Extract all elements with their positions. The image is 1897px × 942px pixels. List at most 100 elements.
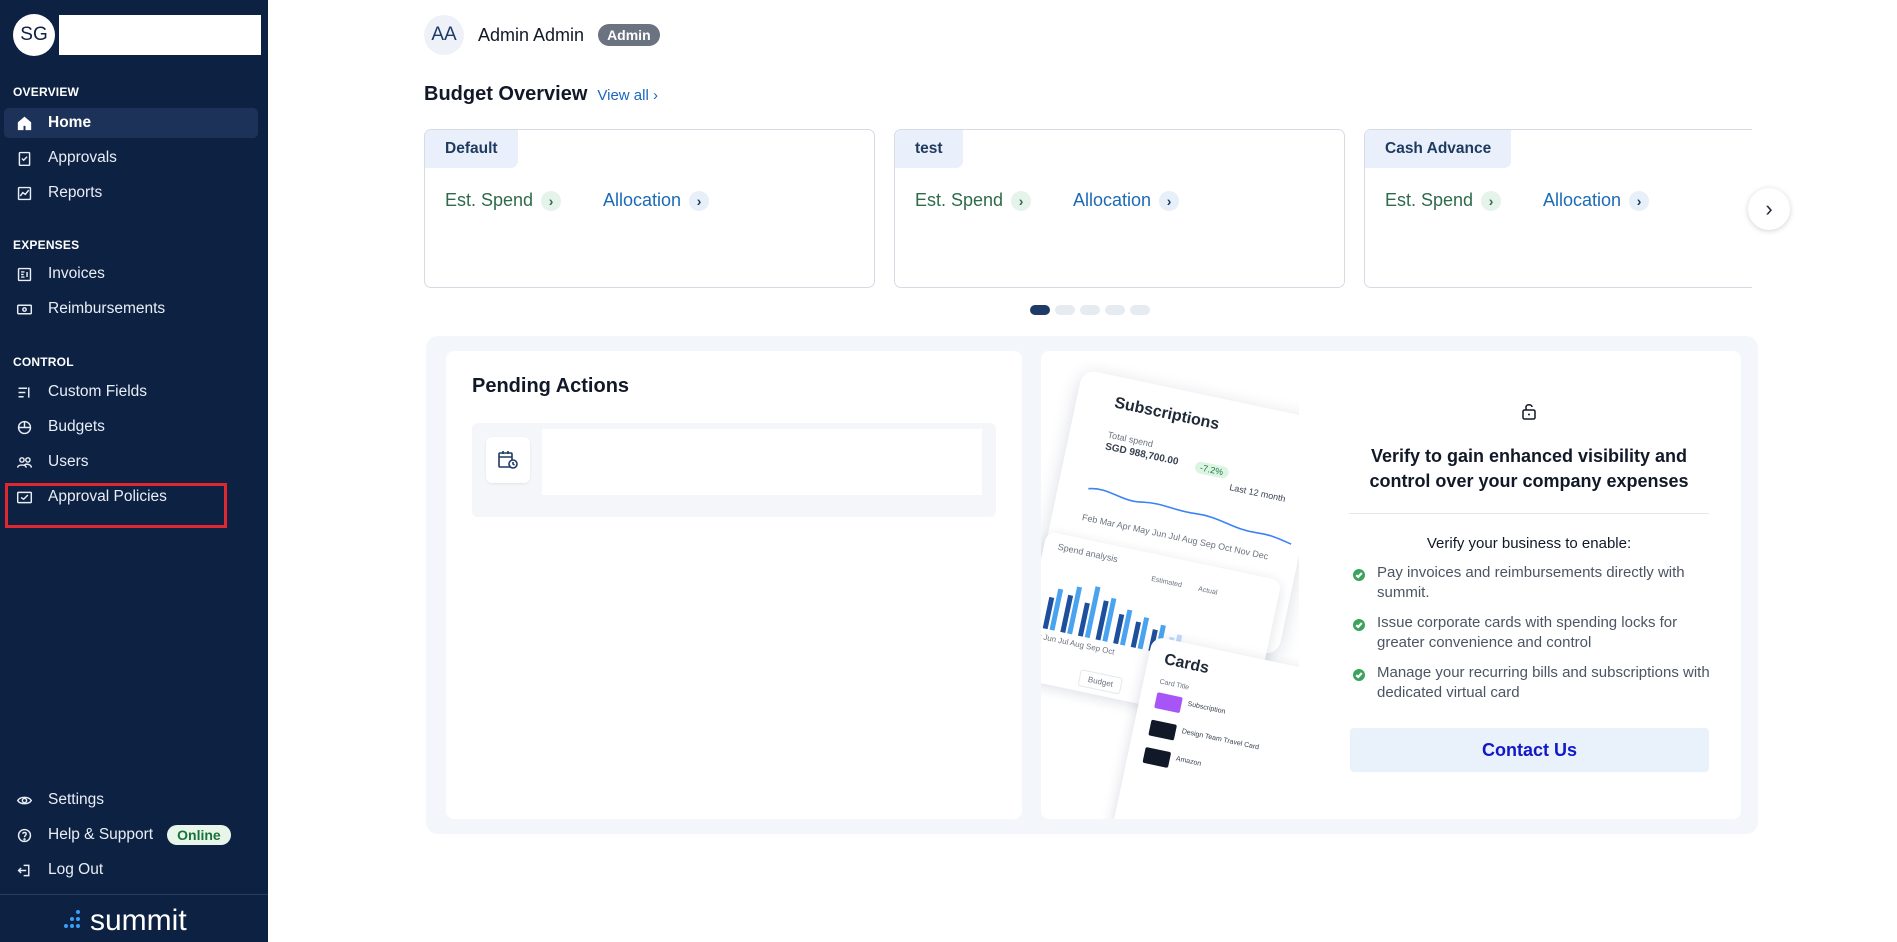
budget-card-name: test — [895, 130, 963, 168]
mockup-subscriptions-title: Subscriptions — [1112, 394, 1221, 434]
check-circle-icon — [1353, 569, 1365, 581]
mockup-card-1: Subscription — [1186, 700, 1226, 716]
brand-logo: summit — [60, 904, 187, 938]
user-name: Admin Admin — [478, 24, 585, 45]
check-circle-icon — [1353, 669, 1365, 681]
est-spend-label: Est. Spend — [1385, 190, 1474, 210]
mockup-estimated: Estimated — [1150, 575, 1183, 590]
help-icon — [14, 826, 34, 844]
pending-actions-card: Pending Actions — [446, 351, 1022, 819]
view-all-label: View all — [597, 87, 649, 104]
carousel-dot[interactable] — [1105, 305, 1125, 315]
benefit-text: Pay invoices and reimbursements directly… — [1377, 564, 1685, 601]
summit-dots-icon — [64, 910, 80, 928]
verify-business-card: Subscriptions Total spend SGD 988,700.00… — [1041, 351, 1741, 819]
allocation-link[interactable]: Allocation › — [603, 190, 710, 211]
mockup-spend-analysis: Spend analysis — [1056, 541, 1119, 565]
pending-action-item[interactable] — [472, 423, 996, 517]
sidebar-item-label: Approvals — [48, 149, 117, 166]
sidebar-item-invoices[interactable]: Invoices — [4, 259, 258, 289]
est-spend-link[interactable]: Est. Spend › — [445, 190, 562, 211]
logout-icon — [14, 861, 34, 879]
allocation-label: Allocation — [1543, 190, 1622, 210]
sidebar-item-log-out[interactable]: Log Out — [4, 855, 258, 885]
unlock-icon — [1522, 404, 1536, 420]
sidebar-item-users[interactable]: Users — [4, 447, 258, 477]
verify-headline: Verify to gain enhanced visibility and c… — [1369, 446, 1689, 491]
sidebar-item-approval-policies[interactable]: Approval Policies — [4, 482, 258, 512]
sidebar-item-approvals[interactable]: Approvals — [4, 143, 258, 173]
verify-subheading: Verify your business to enable: — [1426, 535, 1632, 552]
carousel-dot[interactable] — [1130, 305, 1150, 315]
est-spend-label: Est. Spend — [445, 190, 534, 210]
role-badge: Admin — [598, 24, 660, 46]
budget-carousel: Default Est. Spend › Allocation › test Est… — [424, 128, 1752, 290]
est-spend-link[interactable]: Est. Spend › — [1385, 190, 1502, 211]
allocation-link[interactable]: Allocation › — [1073, 190, 1180, 211]
mockup-card-swatch — [1154, 692, 1183, 714]
section-label-control: CONTROL — [13, 355, 74, 369]
allocation-link[interactable]: Allocation › — [1543, 190, 1650, 211]
sidebar-item-label: Reports — [48, 184, 103, 201]
benefit-text: Manage your recurring bills and subscrip… — [1377, 664, 1710, 701]
sidebar-item-label: Help & Support — [48, 826, 154, 843]
mockup-card-2: Design Team Travel Card — [1181, 728, 1260, 752]
user-avatar[interactable]: AA — [424, 15, 464, 55]
contact-us-button[interactable]: Contact Us — [1350, 728, 1709, 772]
cash-icon — [14, 300, 34, 318]
mockup-cards-title: Cards — [1162, 651, 1211, 678]
sidebar-item-help-support[interactable]: Help & Support Online — [4, 820, 258, 850]
benefit-item: Manage your recurring bills and subscrip… — [1353, 663, 1713, 703]
user-header: AA Admin Admin Admin — [424, 15, 660, 55]
sidebar-item-budgets[interactable]: Budgets — [4, 412, 258, 442]
approvals-icon — [14, 149, 34, 167]
sidebar-item-home[interactable]: Home — [4, 108, 258, 138]
chevron-right-icon: › — [1481, 190, 1502, 211]
sidebar-item-label: Budgets — [48, 418, 105, 435]
chevron-right-icon: › — [1629, 190, 1650, 211]
product-mockup-illustration: Subscriptions Total spend SGD 988,700.00… — [1041, 351, 1299, 819]
sidebar-item-custom-fields[interactable]: Custom Fields — [4, 377, 258, 407]
chevron-right-icon: › — [1159, 190, 1180, 211]
carousel-dot[interactable] — [1030, 305, 1050, 315]
sidebar-item-label: Settings — [48, 791, 105, 808]
carousel-dot[interactable] — [1055, 305, 1075, 315]
org-switcher[interactable]: SG — [13, 14, 261, 56]
section-label-overview: OVERVIEW — [13, 85, 80, 99]
pending-actions-title: Pending Actions — [472, 375, 630, 397]
policy-icon — [14, 488, 34, 506]
budget-card[interactable]: test Est. Spend › Allocation › — [894, 129, 1345, 288]
budget-card[interactable]: Default Est. Spend › Allocation › — [424, 129, 875, 288]
budget-card[interactable]: Cash Advance Est. Spend › Allocation › — [1364, 129, 1752, 288]
chevron-right-icon: › — [541, 190, 562, 211]
sidebar-item-settings[interactable]: Settings — [4, 785, 258, 815]
sidebar-item-label: Approval Policies — [48, 488, 167, 505]
view-all-link[interactable]: View all › — [597, 87, 658, 104]
sidebar-item-label: Invoices — [48, 265, 105, 282]
sidebar-item-reports[interactable]: Reports — [4, 178, 258, 208]
section-label-expenses: EXPENSES — [13, 238, 80, 252]
sidebar-item-label: Custom Fields — [48, 383, 148, 400]
brand-name: summit — [90, 904, 187, 937]
mockup-actual: Actual — [1197, 585, 1218, 597]
carousel-pagination — [1030, 305, 1155, 315]
benefit-text: Issue corporate cards with spending lock… — [1377, 614, 1678, 651]
mockup-card-title-col: Card Title — [1158, 678, 1190, 692]
mockup-change-pill: -7.2% — [1193, 460, 1230, 480]
org-name-box[interactable] — [59, 15, 261, 55]
carousel-dot[interactable] — [1080, 305, 1100, 315]
budget-overview-title: Budget Overview — [424, 83, 588, 105]
fields-icon — [14, 383, 34, 401]
benefit-item: Issue corporate cards with spending lock… — [1353, 613, 1713, 653]
online-status-badge: Online — [167, 825, 231, 845]
sidebar-item-reimbursements[interactable]: Reimbursements — [4, 294, 258, 324]
sidebar-divider — [0, 894, 268, 895]
budget-card-name: Default — [425, 130, 518, 168]
carousel-next-button[interactable]: › — [1748, 188, 1790, 230]
est-spend-link[interactable]: Est. Spend › — [915, 190, 1032, 211]
calendar-clock-icon — [486, 437, 530, 483]
benefit-item: Pay invoices and reimbursements directly… — [1353, 563, 1713, 603]
org-avatar[interactable]: SG — [13, 14, 55, 56]
budget-pie-icon — [14, 418, 34, 436]
sidebar-item-label: Home — [48, 114, 92, 131]
